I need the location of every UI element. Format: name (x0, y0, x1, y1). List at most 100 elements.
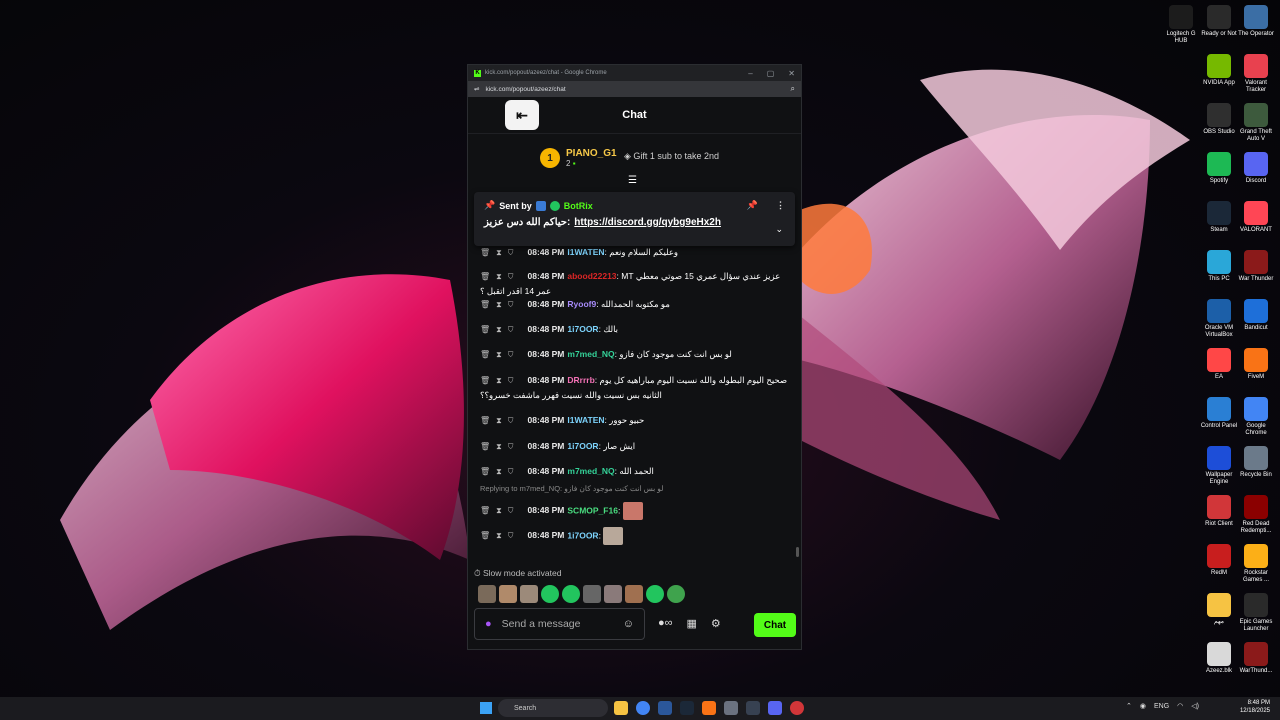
minimize-button[interactable]: – (748, 69, 752, 78)
chrome-icon[interactable] (636, 701, 650, 715)
steam-icon[interactable] (680, 701, 694, 715)
app-icon[interactable] (746, 701, 760, 715)
mod-tools[interactable]: 🗑⧗⛉ (480, 416, 520, 425)
emote[interactable] (667, 585, 685, 603)
message-username[interactable]: DRrrrb (567, 375, 594, 385)
emote[interactable] (583, 585, 601, 603)
desktop-shortcut[interactable]: Valorant Tracker (1235, 54, 1277, 94)
desktop-shortcut[interactable]: Riot Client (1198, 495, 1240, 528)
message-username[interactable]: Ryoof9 (567, 299, 596, 309)
desktop-shortcut[interactable]: This PC (1198, 250, 1240, 283)
taskbar-search[interactable]: Search (498, 699, 608, 717)
desktop-shortcut[interactable]: Control Panel (1198, 397, 1240, 430)
desktop-shortcut[interactable]: Google Chrome (1235, 397, 1277, 437)
message-username[interactable]: m7med_NQ (567, 349, 614, 359)
desktop-shortcut[interactable]: Recycle Bin (1235, 446, 1277, 479)
settings-icon[interactable]: ⚙ (711, 617, 721, 630)
desktop-shortcut[interactable]: Logitech G HUB (1160, 5, 1202, 45)
desktop-shortcut[interactable]: Bandicut (1235, 299, 1277, 332)
chevron-down-icon[interactable]: ⌄ (775, 224, 783, 235)
desktop-shortcut[interactable]: NVIDIA App (1198, 54, 1240, 87)
emote[interactable] (520, 585, 538, 603)
desktop-shortcut[interactable]: RedM (1198, 544, 1240, 577)
emote[interactable] (562, 585, 580, 603)
desktop-shortcut[interactable]: Wallpaper Engine (1198, 446, 1240, 486)
desktop-shortcut[interactable]: Azeez.blk (1198, 642, 1240, 675)
kicks-icon[interactable]: ●∞ (658, 617, 673, 630)
desktop-shortcut[interactable]: Ready or Not (1198, 5, 1240, 38)
app-icon[interactable] (724, 701, 738, 715)
chevron-up-icon[interactable]: ⌃ (1126, 702, 1132, 710)
close-button[interactable]: ✕ (788, 69, 795, 78)
desktop-shortcut[interactable]: Epic Games Launcher (1235, 593, 1277, 633)
message-username[interactable]: 1i7OOR (567, 441, 598, 451)
desktop-shortcut[interactable]: Steam (1198, 201, 1240, 234)
desktop-shortcut[interactable]: FiveM (1235, 348, 1277, 381)
mod-tools[interactable]: 🗑⧗⛉ (480, 248, 520, 257)
network-icon[interactable]: ◉ (1140, 702, 1146, 710)
emote[interactable] (499, 585, 517, 603)
address-bar[interactable]: ⇌ kick.com/popout/azeez/chat ⌕ (468, 81, 801, 97)
maximize-button[interactable]: ▢ (767, 69, 775, 78)
app-icon[interactable] (790, 701, 804, 715)
mod-tools[interactable]: 🗑⧗⛉ (480, 442, 520, 451)
scrollbar[interactable] (796, 547, 799, 557)
chat-message[interactable]: 🗑⧗⛉ 08:48 PM DRrrrb: صحيح اليوم البطوله وا… (468, 373, 801, 402)
collapse-chat-button[interactable]: ⇤ (505, 100, 539, 130)
mod-tools[interactable]: 🗑⧗⛉ (480, 272, 520, 281)
emoji-icon[interactable]: ☺ (623, 618, 634, 630)
pinned-message[interactable]: 📌 Sent by BotRix 📌 ⋮ حياكم الله دس عزيز:… (474, 192, 795, 246)
pinned-link[interactable]: https://discord.gg/qybg9eHx2h (574, 217, 721, 228)
desktop-shortcut[interactable]: VALORANT (1235, 201, 1277, 234)
desktop-shortcut[interactable]: War Thunder (1235, 250, 1277, 283)
file-explorer-icon[interactable] (614, 701, 628, 715)
emote[interactable] (478, 585, 496, 603)
mod-tools[interactable]: 🗑⧗⛉ (480, 467, 520, 476)
mod-tools[interactable]: 🗑⧗⛉ (480, 506, 520, 515)
mod-tools[interactable]: 🗑⧗⛉ (480, 376, 520, 385)
pinned-sender[interactable]: BotRix (564, 201, 593, 211)
chat-message[interactable]: 🗑⧗⛉ 08:48 PM abood22213: عزيز عندي سؤال عم… (468, 269, 801, 298)
mod-tools[interactable]: 🗑⧗⛉ (480, 300, 520, 309)
chat-message[interactable]: 🗑⧗⛉ 08:48 PM 1i7OOR: (468, 527, 801, 545)
desktop-shortcut[interactable]: EA (1198, 348, 1240, 381)
desktop-shortcut[interactable]: WarThund... (1235, 642, 1277, 675)
desktop-shortcut[interactable]: مهم (1198, 593, 1240, 626)
microphone-icon[interactable]: ● (485, 618, 492, 630)
desktop-shortcut[interactable]: Spotify (1198, 152, 1240, 185)
desktop-shortcut[interactable]: Oracle VM VirtualBox (1198, 299, 1240, 339)
more-options-icon[interactable]: ⋮ (776, 200, 785, 211)
discord-icon[interactable] (768, 701, 782, 715)
start-button[interactable] (480, 702, 492, 714)
clock[interactable]: 8:48 PM 12/18/2025 (1236, 699, 1270, 715)
chat-message[interactable]: 🗑⧗⛉ 08:48 PM 1i7OOR: ايش صار (468, 439, 801, 454)
message-username[interactable]: I1WATEN (567, 415, 604, 425)
emote[interactable] (541, 585, 559, 603)
wifi-icon[interactable]: ◠ (1177, 702, 1183, 710)
chat-message[interactable]: 🗑⧗⛉ 08:48 PM m7med_NQ: الحمد الله (468, 464, 801, 479)
message-username[interactable]: SCMOP_F16 (567, 505, 618, 515)
mod-tools[interactable]: 🗑⧗⛉ (480, 325, 520, 334)
chat-message[interactable]: 🗑⧗⛉ 08:48 PM Ryoof9: مو مكتوبه الحمدالله (468, 297, 801, 312)
desktop-shortcut[interactable]: OBS Studio (1198, 103, 1240, 136)
chat-message[interactable]: 🗑⧗⛉ 08:48 PM I1WATEN: حبيو حوور (468, 413, 801, 428)
message-input[interactable]: ● Send a message ☺ (474, 608, 645, 640)
site-info-icon[interactable]: ⇌ (474, 85, 479, 93)
unpin-icon[interactable]: 📌 (747, 200, 758, 211)
chat-message[interactable]: 🗑⧗⛉ 08:48 PM SCMOP_F16: (468, 502, 801, 520)
desktop-shortcut[interactable]: Rockstar Games ... (1235, 544, 1277, 584)
message-username[interactable]: I1WATEN (567, 247, 604, 257)
send-chat-button[interactable]: Chat (754, 613, 796, 637)
desktop-shortcut[interactable]: Red Dead Redempti... (1235, 495, 1277, 535)
language-indicator[interactable]: ENG (1154, 703, 1169, 710)
emote[interactable] (646, 585, 664, 603)
chat-message[interactable]: 🗑⧗⛉ 08:48 PM I1WATEN: وعليكم السلام ونعم (468, 245, 801, 260)
desktop-shortcut[interactable]: Discord (1235, 152, 1277, 185)
message-username[interactable]: m7med_NQ (567, 466, 614, 476)
emote[interactable] (604, 585, 622, 603)
desktop-shortcut[interactable]: The Operator (1235, 5, 1277, 38)
vlc-icon[interactable] (702, 701, 716, 715)
message-username[interactable]: abood22213 (567, 271, 616, 281)
leaderboard-toggle-icon[interactable]: ☰ (628, 175, 637, 186)
zoom-icon[interactable]: ⌕ (791, 84, 795, 94)
